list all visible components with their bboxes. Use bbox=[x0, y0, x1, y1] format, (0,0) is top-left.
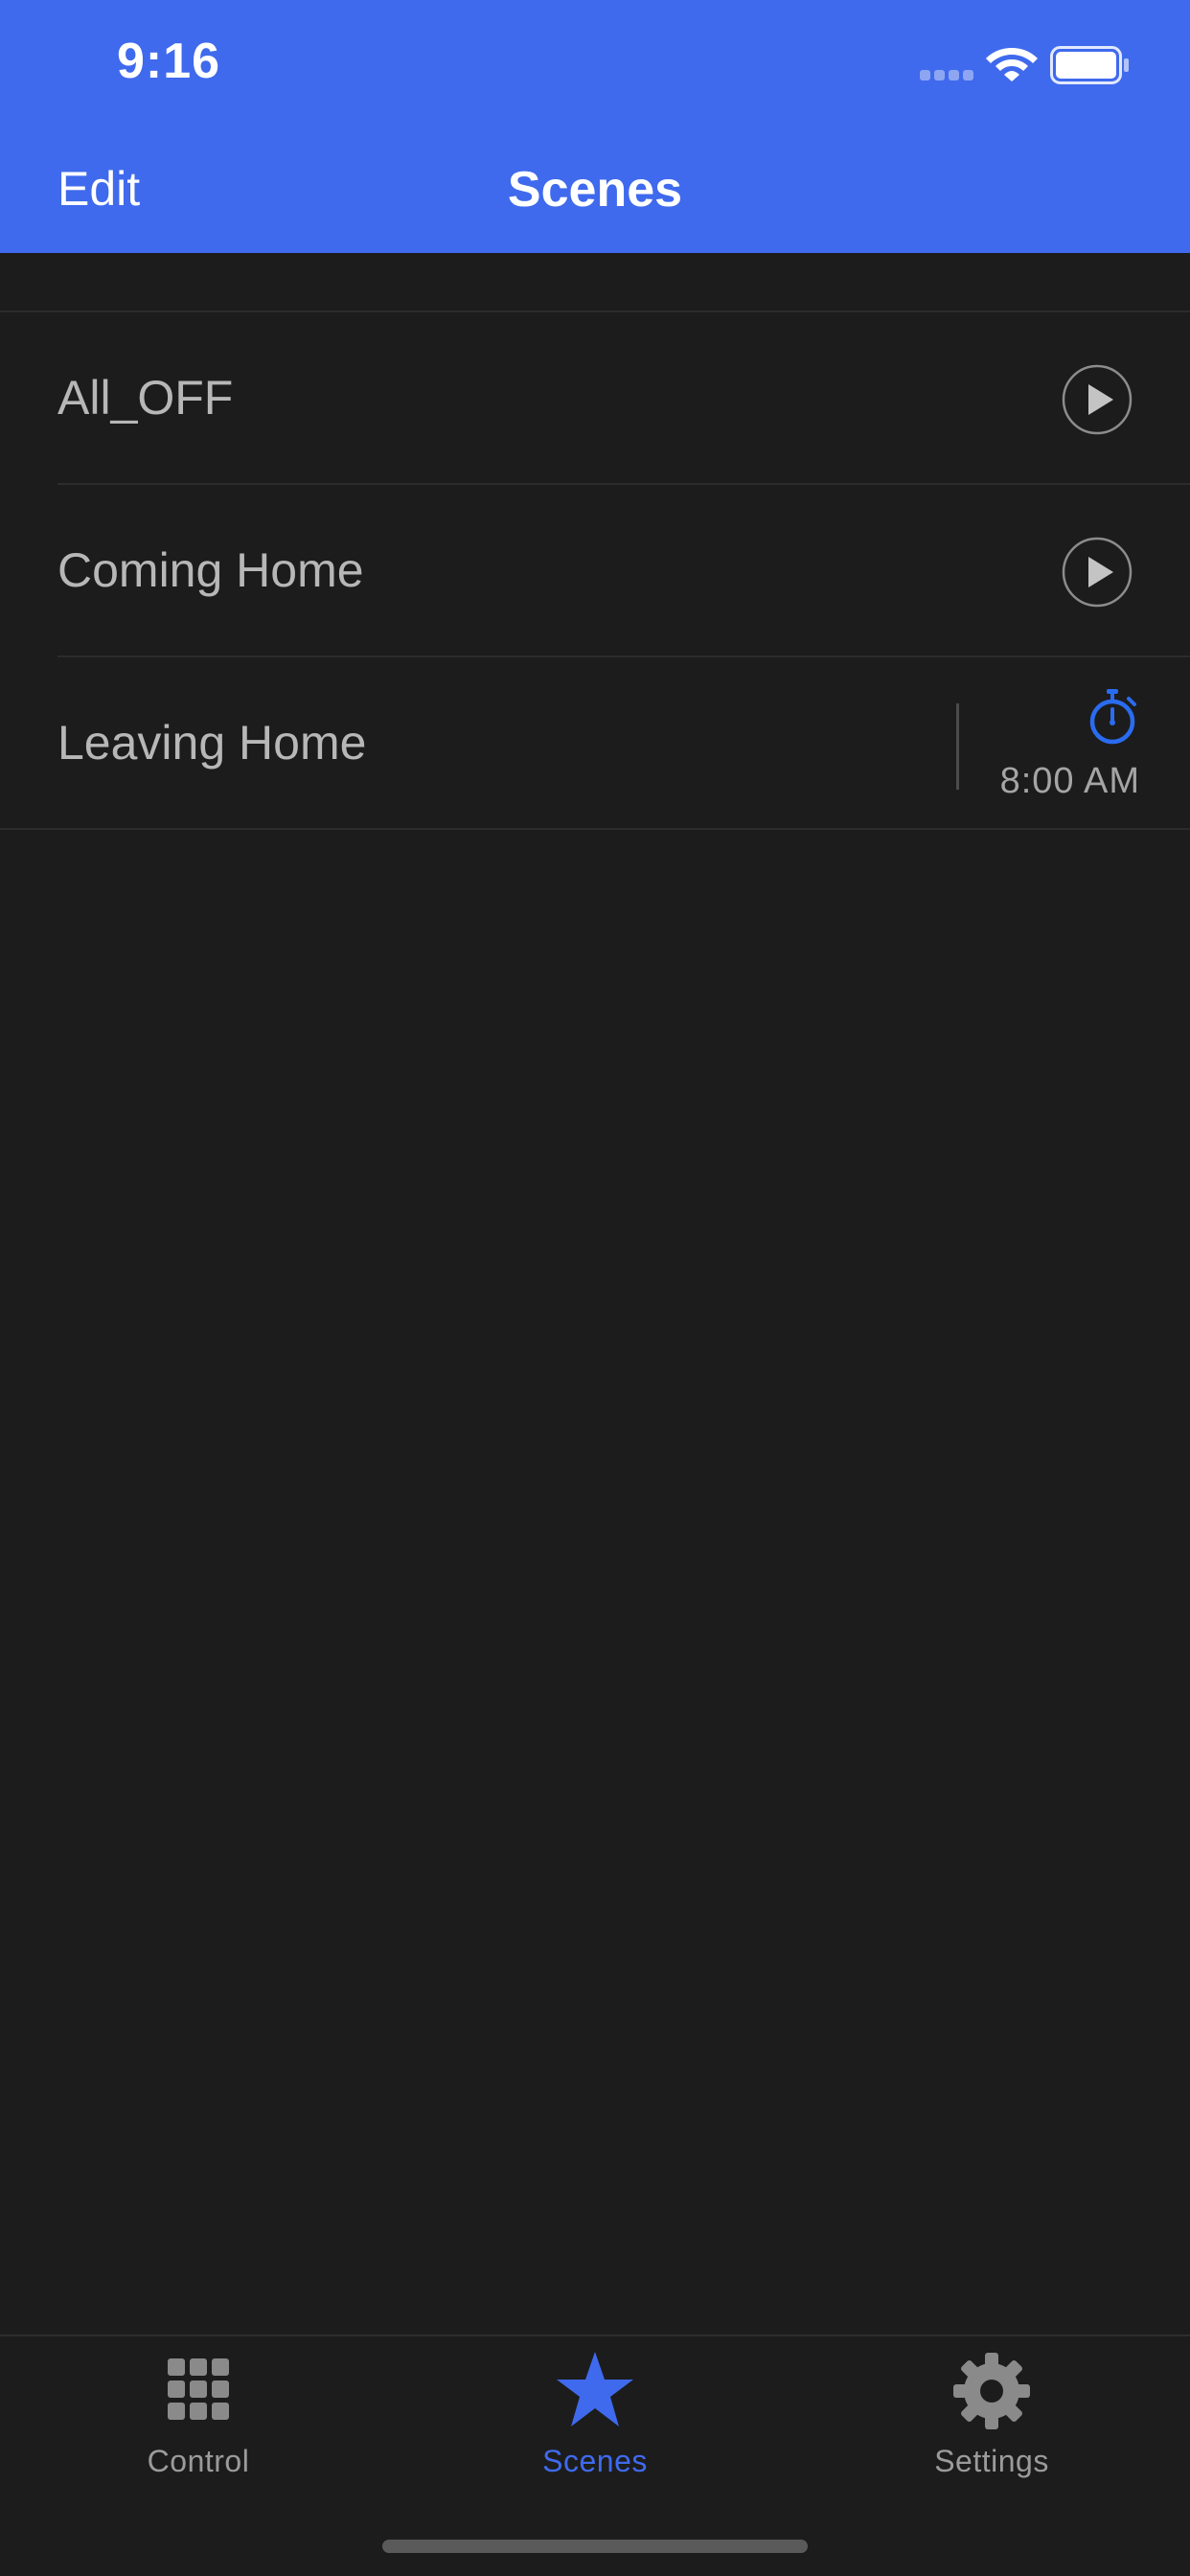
grid-icon bbox=[168, 2358, 229, 2420]
scene-name: All_OFF bbox=[57, 371, 234, 425]
scenes-screen: 9:16 Edit Scenes All_OFF Coming Home Lea… bbox=[0, 0, 1190, 2576]
tab-bar: Control Scenes Settings bbox=[0, 2334, 1190, 2576]
wifi-icon bbox=[986, 48, 1038, 81]
status-time: 9:16 bbox=[117, 34, 221, 89]
divider bbox=[956, 703, 959, 790]
play-icon[interactable] bbox=[1062, 364, 1133, 435]
scheduled-time: 8:00 AM bbox=[999, 761, 1140, 801]
list-item[interactable]: All_OFF bbox=[0, 312, 1190, 485]
tab-scenes[interactable]: Scenes bbox=[397, 2336, 793, 2509]
scene-name: Coming Home bbox=[57, 543, 364, 597]
gear-icon bbox=[953, 2353, 1030, 2429]
scene-name: Leaving Home bbox=[57, 716, 367, 770]
battery-icon bbox=[1050, 46, 1129, 84]
scene-list: All_OFF Coming Home Leaving Home 8:00 AM bbox=[0, 310, 1190, 830]
header: 9:16 Edit Scenes bbox=[0, 0, 1190, 253]
tab-label: Control bbox=[147, 2444, 250, 2478]
timer-icon[interactable] bbox=[1086, 688, 1139, 746]
edit-button[interactable]: Edit bbox=[57, 161, 140, 217]
tab-label: Scenes bbox=[542, 2444, 648, 2478]
tab-label: Settings bbox=[934, 2444, 1049, 2478]
row-separator bbox=[0, 828, 1190, 830]
tab-settings[interactable]: Settings bbox=[793, 2336, 1190, 2509]
page-title: Scenes bbox=[507, 162, 683, 218]
tab-control[interactable]: Control bbox=[0, 2336, 397, 2509]
cellular-signal-icon bbox=[920, 70, 973, 80]
play-icon[interactable] bbox=[1062, 537, 1133, 608]
list-item[interactable]: Coming Home bbox=[0, 485, 1190, 657]
home-indicator bbox=[382, 2540, 808, 2553]
list-item[interactable]: Leaving Home 8:00 AM bbox=[0, 657, 1190, 830]
star-icon bbox=[557, 2352, 633, 2426]
